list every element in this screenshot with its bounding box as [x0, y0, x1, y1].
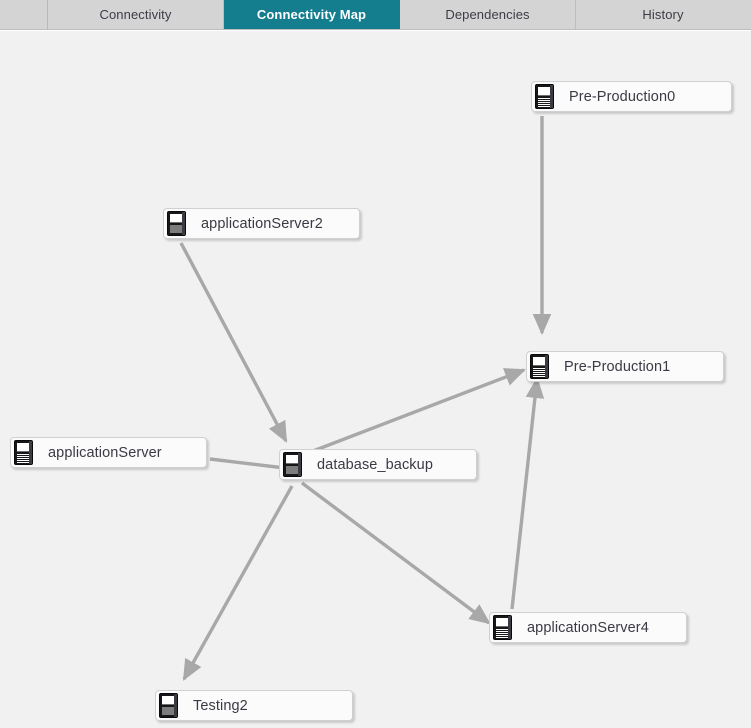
tab-label: Dependencies [445, 7, 530, 22]
node-label: applicationServer [48, 444, 162, 461]
server-icon [159, 693, 178, 718]
server-icon [493, 615, 512, 640]
tab-bar: Connectivity Connectivity Map Dependenci… [0, 0, 751, 30]
edge-application-server-2-to-database-backup [179, 242, 288, 443]
node-label: Testing2 [193, 697, 248, 714]
node-label: applicationServer2 [201, 215, 323, 232]
edge-application-server-to-database-backup [209, 457, 286, 470]
node-label: Pre-Production0 [569, 88, 676, 105]
edge-database-backup-to-testing-2 [182, 485, 294, 681]
node-pre-production-1[interactable]: Pre-Production1 [526, 351, 724, 382]
server-icon [535, 84, 554, 109]
node-application-server[interactable]: applicationServer [10, 437, 207, 468]
connectivity-map-canvas[interactable]: Pre-Production0 applicationServer2 Pre-P… [0, 31, 751, 728]
node-label: Pre-Production1 [564, 358, 671, 375]
tab-stub [0, 0, 48, 29]
node-testing-2[interactable]: Testing2 [155, 690, 353, 721]
server-icon [530, 354, 549, 379]
tab-connectivity-map[interactable]: Connectivity Map [224, 0, 400, 29]
edge-database-backup-to-application-server-4 [300, 481, 491, 625]
tab-dependencies[interactable]: Dependencies [400, 0, 576, 29]
server-icon [14, 440, 33, 465]
tab-connectivity[interactable]: Connectivity [48, 0, 224, 29]
server-icon [283, 452, 302, 477]
tab-label: History [642, 7, 684, 22]
tab-label: Connectivity Map [256, 7, 367, 22]
tab-history[interactable]: History [576, 0, 750, 29]
node-database-backup[interactable]: database_backup [279, 449, 477, 480]
server-icon [167, 211, 186, 236]
node-application-server-4[interactable]: applicationServer4 [489, 612, 687, 643]
node-application-server-2[interactable]: applicationServer2 [163, 208, 360, 239]
node-pre-production-0[interactable]: Pre-Production0 [531, 81, 732, 112]
edge-application-server-4-to-pre-production-1 [510, 376, 545, 610]
node-label: applicationServer4 [527, 619, 649, 636]
node-label: database_backup [317, 456, 433, 473]
tab-label: Connectivity [99, 7, 172, 22]
edge-database-backup-to-pre-production-1 [299, 368, 526, 458]
